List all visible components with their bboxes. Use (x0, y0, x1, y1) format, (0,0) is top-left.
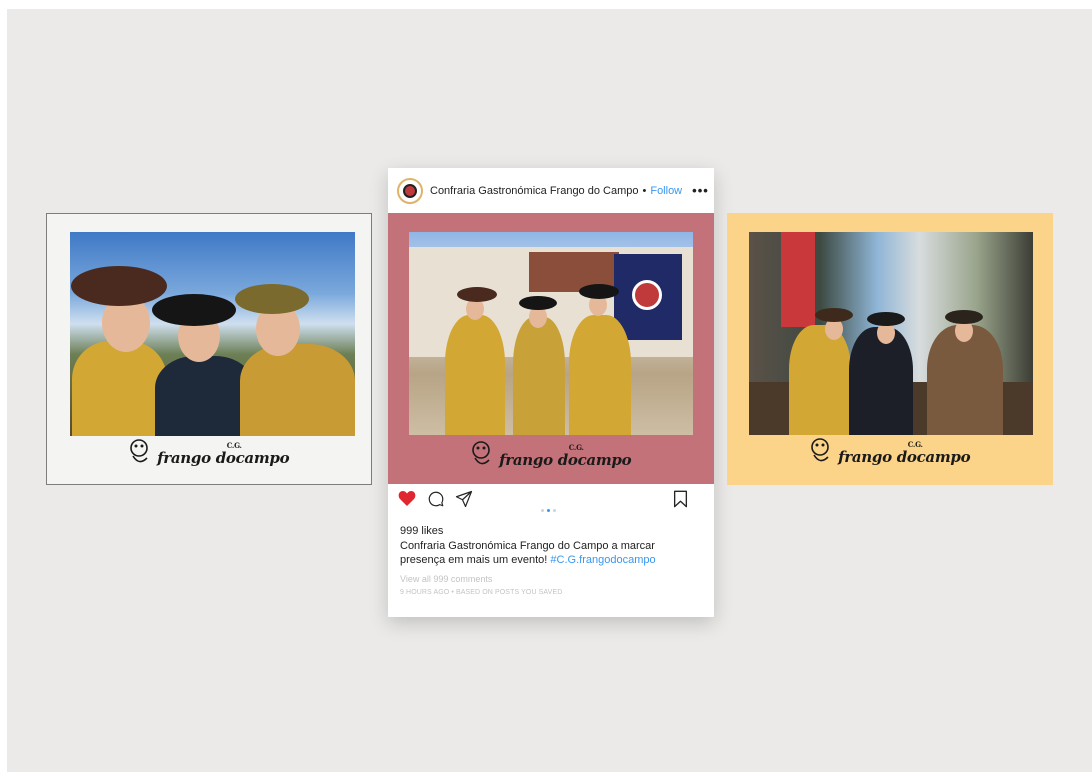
logo-wordmark: frango docampo (838, 448, 971, 466)
brand-logo: C.G. frango docampo (388, 440, 714, 468)
brand-logo: C.G. frango docampo (47, 438, 371, 466)
separator-dot: • (642, 184, 647, 197)
instagram-post-card: Confraria Gastronómica Frango do Campo •… (388, 168, 714, 617)
chick-logo-icon (810, 438, 829, 462)
comment-icon[interactable] (427, 490, 445, 508)
carousel-indicator (541, 499, 559, 517)
carousel-dot (541, 509, 544, 512)
bookmark-icon[interactable] (673, 490, 688, 508)
post-timestamp: 9 HOURS AGO • BASED ON POSTS YOU SAVED (400, 589, 563, 596)
chick-logo-icon (471, 441, 490, 465)
logo-wordmark: frango docampo (157, 449, 290, 467)
right-photo (749, 232, 1033, 435)
avatar[interactable] (397, 177, 423, 204)
chick-logo-icon (129, 439, 148, 463)
share-icon[interactable] (455, 490, 473, 508)
post-actions (388, 488, 714, 514)
carousel-dot-active (547, 509, 550, 512)
brand-logo: C.G. frango docampo (727, 437, 1053, 465)
view-comments-link[interactable]: View all 999 comments (400, 574, 492, 584)
logo-wordmark: frango docampo (499, 451, 632, 469)
left-photo-frame: C.G. frango docampo (46, 213, 372, 485)
follow-button[interactable]: Follow (650, 185, 682, 197)
hashtag-link[interactable]: #C.G.frangodocampo (550, 554, 655, 566)
left-photo (70, 232, 355, 436)
hat-shape (71, 266, 167, 306)
right-photo-frame: C.G. frango docampo (727, 213, 1053, 485)
post-header: Confraria Gastronómica Frango do Campo •… (388, 168, 714, 213)
username[interactable]: Confraria Gastronómica Frango do Campo (430, 185, 638, 197)
more-options-icon[interactable]: ••• (692, 183, 709, 198)
likes-count[interactable]: 999 likes (400, 525, 443, 537)
post-media[interactable]: C.G. frango docampo (388, 213, 714, 484)
post-photo (409, 232, 693, 435)
heart-icon[interactable] (398, 490, 416, 507)
carousel-dot (553, 509, 556, 512)
post-caption: Confraria Gastronómica Frango do Campo a… (400, 540, 656, 566)
